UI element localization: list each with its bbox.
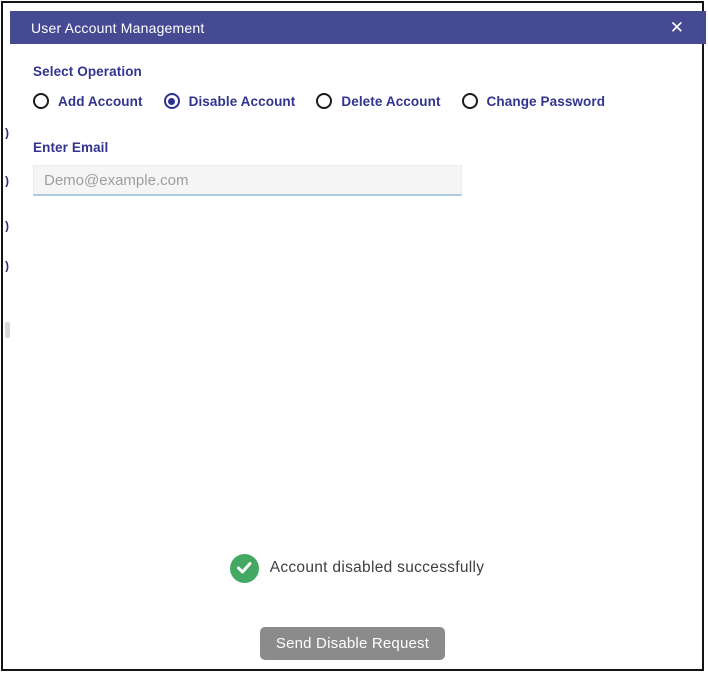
check-circle-icon	[230, 554, 259, 583]
dialog-titlebar: User Account Management ✕	[10, 11, 706, 44]
radio-option-delete-account[interactable]: Delete Account	[316, 93, 440, 109]
left-edge-artifact: )	[5, 260, 13, 272]
radio-label: Add Account	[58, 94, 143, 109]
radio-circle-icon[interactable]	[164, 93, 180, 109]
radio-label: Change Password	[487, 94, 606, 109]
radio-circle-icon[interactable]	[462, 93, 478, 109]
select-operation-label: Select Operation	[33, 64, 142, 79]
screenshot-canvas: User Account Management ✕ Select Operati…	[0, 0, 708, 677]
status-message-row: Account disabled successfully	[3, 552, 708, 584]
enter-email-label: Enter Email	[33, 140, 108, 155]
radio-label: Disable Account	[189, 94, 296, 109]
operation-radio-group: Add Account Disable Account Delete Accou…	[33, 91, 605, 111]
left-edge-artifact: )	[5, 220, 13, 232]
radio-option-add-account[interactable]: Add Account	[33, 93, 143, 109]
radio-option-change-password[interactable]: Change Password	[462, 93, 606, 109]
close-icon[interactable]: ✕	[670, 11, 684, 44]
left-edge-artifact	[5, 322, 10, 338]
radio-circle-icon[interactable]	[316, 93, 332, 109]
left-edge-artifact: )	[5, 175, 13, 187]
window-frame: User Account Management ✕ Select Operati…	[1, 1, 704, 671]
dialog-title: User Account Management	[10, 20, 204, 36]
email-input[interactable]	[33, 165, 462, 196]
radio-circle-icon[interactable]	[33, 93, 49, 109]
left-edge-artifact: )	[5, 127, 13, 139]
status-message: Account disabled successfully	[270, 559, 485, 577]
send-disable-request-button[interactable]: Send Disable Request	[260, 627, 445, 660]
radio-option-disable-account[interactable]: Disable Account	[164, 93, 296, 109]
radio-label: Delete Account	[341, 94, 440, 109]
